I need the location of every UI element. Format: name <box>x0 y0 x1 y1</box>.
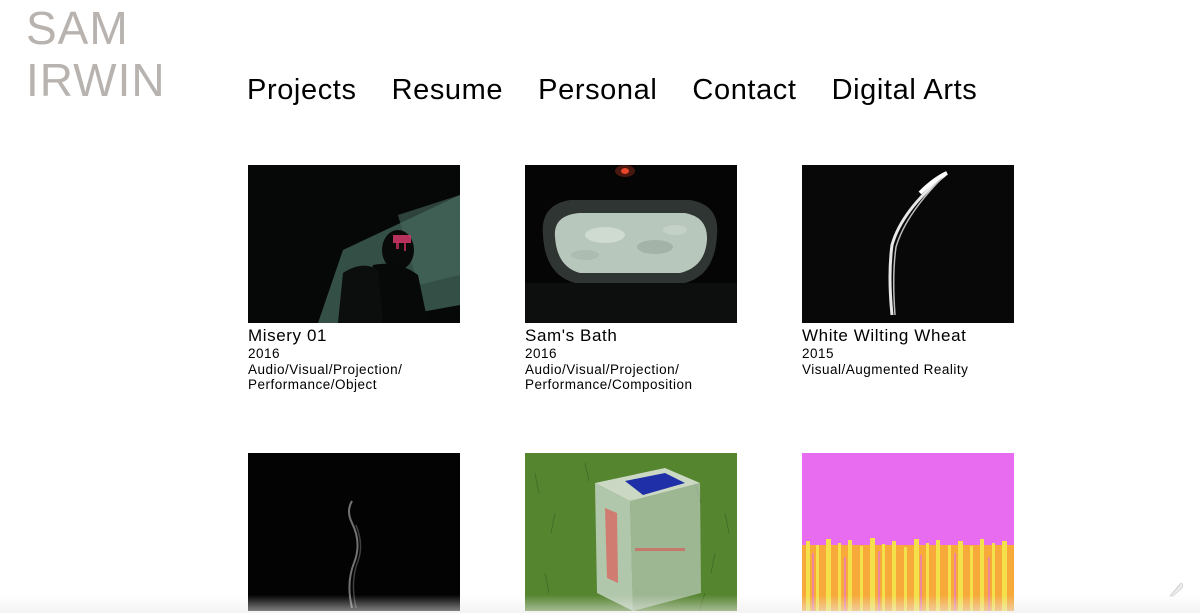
project-category: Performance/Object <box>248 377 378 392</box>
project-image-misery <box>248 165 460 323</box>
project-image-bath <box>525 165 737 323</box>
nav-resume[interactable]: Resume <box>392 70 504 110</box>
logo-line-2: IRWIN <box>26 54 166 106</box>
main-nav: Projects Resume Personal Contact Digital… <box>247 70 977 110</box>
project-card-5[interactable] <box>525 453 737 611</box>
project-title[interactable]: White Wilting Wheat <box>802 326 1014 346</box>
project-title[interactable]: Sam's Bath <box>525 326 737 346</box>
project-card-misery-01[interactable]: Misery 01 2016 Audio/Visual/Projection/ … <box>248 165 460 393</box>
project-card-sams-bath[interactable]: Sam's Bath 2016 Audio/Visual/Projection/… <box>525 165 737 393</box>
logo-line-1: SAM <box>26 2 129 54</box>
project-category: Performance/Composition <box>525 377 693 392</box>
project-year: 2016 <box>525 346 558 361</box>
project-thumbnail[interactable] <box>802 165 1014 323</box>
project-category: Audio/Visual/Projection/ <box>525 361 680 377</box>
project-thumbnail[interactable] <box>802 453 1014 611</box>
project-card-white-wilting-wheat[interactable]: White Wilting Wheat 2015 Visual/Augmente… <box>802 165 1014 377</box>
project-year: 2016 <box>248 346 281 361</box>
bottom-fade <box>0 595 1200 613</box>
site-logo[interactable]: SAM IRWIN <box>26 2 166 106</box>
nav-projects[interactable]: Projects <box>247 70 357 110</box>
project-category: Visual/Augmented Reality <box>802 361 969 377</box>
nav-digital-arts[interactable]: Digital Arts <box>832 70 978 110</box>
nav-personal[interactable]: Personal <box>538 70 657 110</box>
nav-contact[interactable]: Contact <box>692 70 796 110</box>
project-thumbnail[interactable] <box>248 453 460 611</box>
page: SAM IRWIN Projects Resume Personal Conta… <box>0 0 1200 613</box>
project-thumbnail[interactable] <box>525 453 737 611</box>
project-thumbnail[interactable] <box>248 165 460 323</box>
project-title[interactable]: Misery 01 <box>248 326 460 346</box>
project-thumbnail[interactable] <box>525 165 737 323</box>
project-image-wheat <box>802 165 1014 323</box>
project-card-4[interactable] <box>248 453 460 611</box>
project-image-box <box>525 453 737 611</box>
project-year: 2015 <box>802 346 835 361</box>
project-card-6[interactable] <box>802 453 1014 611</box>
project-image-smoke <box>248 453 460 611</box>
project-category: Audio/Visual/Projection/ <box>248 361 403 377</box>
feather-icon[interactable] <box>1166 579 1186 599</box>
project-image-spectrum <box>802 453 1014 611</box>
